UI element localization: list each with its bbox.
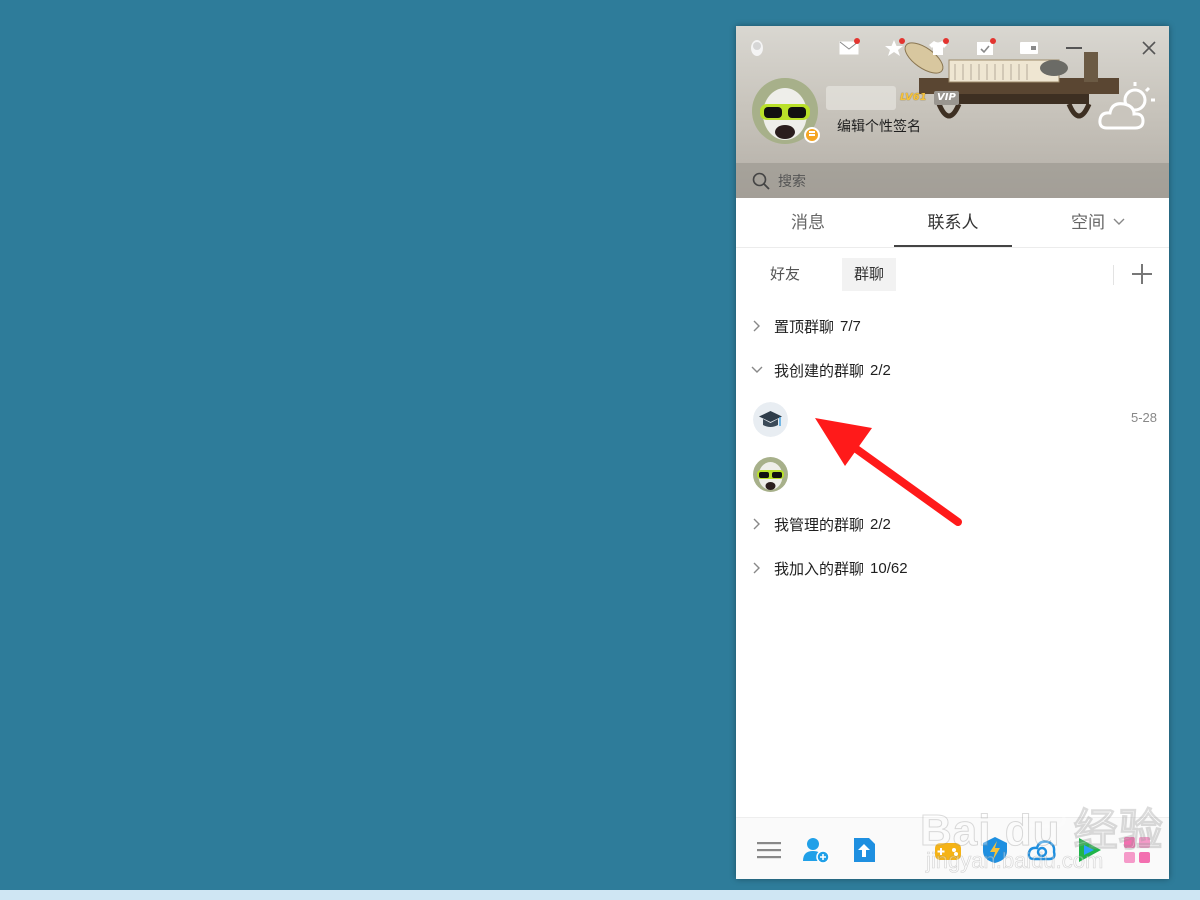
add-friend-icon[interactable] [801,835,831,865]
chat-timestamp: 5-28 [1130,410,1157,425]
qq-main-window: LV61 VIP 编辑个性签名 搜索 消息 联系人 空间 好友 群聊 置顶群聊 … [736,26,1169,879]
close-icon[interactable] [1138,38,1160,58]
signature-edit[interactable]: 编辑个性签名 [837,116,921,136]
group-section-count: 10/62 [870,559,908,577]
subtab-groups[interactable]: 群聊 [842,258,897,291]
group-section-pinned[interactable]: 置顶群聊 7/7 [736,304,1169,348]
chevron-right-icon [750,517,764,531]
weather-cloud-sun-icon[interactable] [1097,80,1161,134]
list-item[interactable]: 5-28 [736,392,1169,447]
group-section-label: 我创建的群聊 [774,361,865,380]
group-section-label: 我加入的群聊 [774,559,865,578]
chevron-right-icon [750,319,764,333]
group-section-joined[interactable]: 我加入的群聊 10/62 [736,546,1169,590]
search-bar[interactable]: 搜索 [736,163,1169,198]
tab-messages[interactable]: 消息 [772,198,844,248]
mail-icon[interactable] [838,38,860,58]
add-icon[interactable] [1131,263,1153,285]
chevron-right-icon [750,561,764,575]
tencent-pc-manager-icon[interactable] [980,835,1010,865]
app-manager-icon[interactable] [1122,835,1152,865]
search-icon [752,172,770,190]
group-section-label: 我管理的群聊 [774,515,865,534]
file-transfer-icon[interactable] [849,835,879,865]
notification-dot [943,38,949,44]
group-section-label: 置顶群聊 [774,317,835,336]
wallet-icon[interactable] [1018,38,1040,58]
away-status-icon[interactable] [804,127,820,143]
shirt-icon[interactable] [927,38,949,58]
group-section-created[interactable]: 我创建的群聊 2/2 [736,348,1169,392]
calendar-check-icon[interactable] [974,38,996,58]
profile-header: LV61 VIP 编辑个性签名 搜索 [736,26,1169,198]
qq-penguin-icon[interactable] [746,38,768,58]
game-center-icon[interactable] [933,835,963,865]
chevron-down-icon[interactable] [1113,218,1125,226]
notification-dot [899,38,905,44]
list-item[interactable] [736,447,1169,502]
subtab-friends[interactable]: 好友 [758,258,812,291]
group-section-managed[interactable]: 我管理的群聊 2/2 [736,502,1169,546]
graduation-cap-icon [753,402,788,437]
group-section-count: 7/7 [840,317,861,335]
vip-badge[interactable]: VIP [934,91,959,105]
level-badge[interactable]: LV61 [900,92,927,103]
nickname-redacted [826,86,896,110]
tencent-video-icon[interactable] [1074,835,1104,865]
group-section-count: 2/2 [870,515,891,533]
group-section-count: 2/2 [870,361,891,379]
bottom-toolbar [736,817,1169,879]
main-menu-icon[interactable] [754,835,784,865]
weiyun-cloud-icon[interactable] [1027,835,1057,865]
chevron-down-icon [750,363,764,377]
tab-qzone[interactable]: 空间 [1058,198,1118,248]
active-tab-indicator [894,245,1012,247]
star-icon[interactable] [883,38,905,58]
contact-subtabs: 好友 群聊 [736,248,1169,304]
title-bar [736,34,1169,62]
subtab-divider [1113,265,1114,285]
search-placeholder: 搜索 [778,173,806,190]
main-tabs: 消息 联系人 空间 [736,198,1169,248]
goggles-user-avatar [753,457,788,492]
notification-dot [990,38,996,44]
minimize-icon[interactable] [1063,38,1085,58]
notification-dot [854,38,860,44]
taskbar-strip [0,890,1200,900]
tab-contacts[interactable]: 联系人 [908,198,998,248]
